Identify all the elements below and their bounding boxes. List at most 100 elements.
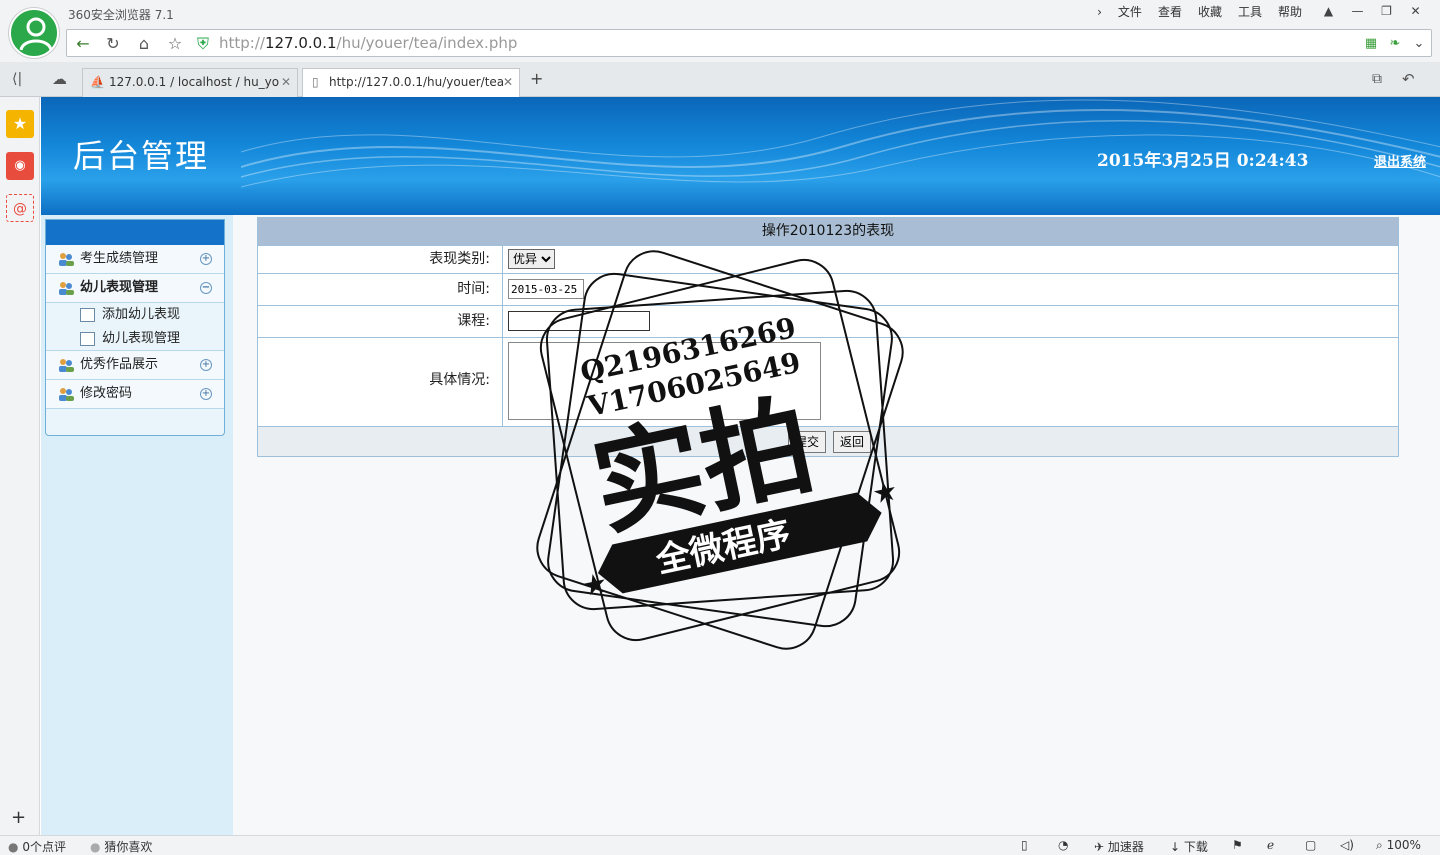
site-title: 后台管理	[73, 137, 210, 175]
form-row-detail: 具体情况:	[258, 337, 1398, 426]
course-input[interactable]	[508, 311, 650, 331]
browser-menu-bar: › 文件 查看 收藏 工具 帮助	[1089, 4, 1310, 20]
qr-icon[interactable]: ▦	[1361, 34, 1381, 54]
submit-button[interactable]: 提交	[788, 431, 827, 453]
page-icon: ▯	[312, 75, 319, 89]
weibo-icon[interactable]: ◉	[6, 152, 34, 180]
sidebar-subitem-label: 幼儿表现管理	[102, 331, 181, 346]
user-avatar-icon[interactable]	[9, 8, 59, 58]
sidebar-item-label: 优秀作品展示	[80, 357, 159, 372]
dropdown-chevron-icon[interactable]: ⌄	[1409, 34, 1429, 54]
nav-menu: 考生成绩管理 + 幼儿表现管理 − 添加幼儿表现 幼儿表现管理 优秀作品展示 +…	[45, 219, 225, 436]
url-input[interactable]: http://127.0.0.1/hu/youer/tea/index.php	[219, 34, 517, 52]
form-row-type: 表现类别: 优异	[258, 245, 1398, 273]
type-label: 表现类别:	[258, 246, 503, 273]
tab-list-icon[interactable]: ⧉	[1372, 71, 1382, 87]
menu-chevron-icon[interactable]: ›	[1089, 4, 1110, 20]
users-icon	[59, 253, 74, 266]
users-icon	[59, 388, 74, 401]
comments-status[interactable]: ● 0个点评	[8, 838, 66, 855]
expand-icon[interactable]: +	[200, 388, 212, 400]
cloud-icon[interactable]: ☁	[52, 70, 67, 88]
menu-tools[interactable]: 工具	[1230, 4, 1270, 20]
window-icon[interactable]: ▢	[1305, 838, 1316, 852]
table-icon	[80, 332, 95, 346]
menu-favorites[interactable]: 收藏	[1190, 4, 1230, 20]
form-row-date: 时间:	[258, 273, 1398, 305]
download-button[interactable]: ↓ 下载	[1170, 838, 1208, 855]
expand-icon[interactable]: +	[200, 359, 212, 371]
tab-label: 127.0.0.1 / localhost / hu_yo	[109, 75, 280, 89]
date-input[interactable]	[508, 279, 584, 299]
tab-close-icon[interactable]: ✕	[503, 69, 513, 96]
menu-view[interactable]: 查看	[1150, 4, 1190, 20]
type-select[interactable]: 优异	[508, 249, 555, 269]
course-label: 课程:	[258, 306, 503, 337]
phone-icon[interactable]: ▯	[1021, 838, 1028, 852]
add-form-icon	[80, 308, 95, 322]
tab-phpmyadmin[interactable]: ⛵ 127.0.0.1 / localhost / hu_yo ✕	[82, 68, 298, 97]
comment-icon: ●	[8, 840, 19, 854]
ie-icon[interactable]: ℯ	[1267, 838, 1274, 852]
skin-icon[interactable]: ▲	[1314, 2, 1343, 20]
left-nav-panel: 考生成绩管理 + 幼儿表现管理 − 添加幼儿表现 幼儿表现管理 优秀作品展示 +…	[41, 215, 233, 835]
maximize-icon[interactable]: ❐	[1372, 2, 1401, 20]
reload-icon[interactable]: ↻	[103, 34, 123, 54]
menu-file[interactable]: 文件	[1110, 4, 1150, 20]
volume-icon[interactable]: ◁)	[1340, 838, 1354, 852]
accelerator-button[interactable]: ✈ 加速器	[1094, 838, 1144, 855]
performance-form: 操作2010123的表现 表现类别: 优异 时间: 课程: 具体情况:	[257, 217, 1399, 457]
minimize-icon[interactable]: —	[1343, 2, 1372, 20]
security-shield-icon[interactable]: ⛨	[193, 34, 213, 54]
users-icon	[59, 359, 74, 372]
download-icon: ↓	[1170, 840, 1181, 854]
tab-bar: ⟨| ☁ ⛵ 127.0.0.1 / localhost / hu_yo ✕ ▯…	[0, 62, 1440, 98]
new-tab-button[interactable]: +	[530, 69, 543, 88]
url-host: 127.0.0.1	[264, 34, 337, 52]
zoom-icon: ⌕	[1376, 838, 1383, 852]
sidebar-item-label: 考生成绩管理	[80, 251, 159, 266]
accelerator-label: 加速器	[1107, 840, 1144, 854]
page-header: 后台管理 2015年3月25日 0:24:43 退出系统	[41, 97, 1440, 215]
guess-status[interactable]: ● 猜你喜欢	[90, 838, 152, 855]
detail-textarea[interactable]	[508, 342, 821, 420]
leaf-icon[interactable]: ❧	[1385, 34, 1405, 54]
mail-icon[interactable]: @	[6, 194, 34, 222]
collapse-icon[interactable]: −	[200, 282, 212, 294]
guess-label: 猜你喜欢	[104, 840, 153, 854]
guess-icon: ●	[90, 840, 101, 854]
logout-link[interactable]: 退出系统	[1374, 151, 1426, 170]
sidebar-subitem-label: 添加幼儿表现	[102, 307, 181, 322]
star-icon[interactable]: ☆	[165, 34, 185, 54]
feedback-icon[interactable]: ◔	[1058, 838, 1068, 852]
main-content: 操作2010123的表现 表现类别: 优异 时间: 课程: 具体情况:	[233, 215, 1440, 835]
undo-close-icon[interactable]: ↶	[1402, 70, 1415, 88]
back-button[interactable]: 返回	[833, 431, 872, 453]
sidebar-subitem-manage-performance[interactable]: 幼儿表现管理	[46, 327, 224, 351]
sidebar-toggle-icon[interactable]: ⟨|	[12, 71, 22, 87]
sidebar-subitem-add-performance[interactable]: 添加幼儿表现	[46, 303, 224, 327]
tab-label: http://127.0.0.1/hu/youer/tea	[329, 75, 505, 89]
expand-icon[interactable]: +	[200, 253, 212, 265]
sidebar-item-child-performance[interactable]: 幼儿表现管理 −	[46, 274, 224, 303]
tab-active-page[interactable]: ▯ http://127.0.0.1/hu/youer/tea ✕	[302, 68, 520, 98]
pma-icon: ⛵	[90, 75, 105, 89]
sidebar-item-change-password[interactable]: 修改密码 +	[46, 380, 224, 409]
close-icon[interactable]: ✕	[1401, 2, 1430, 20]
rocket-icon: ✈	[1094, 840, 1105, 854]
users-icon	[59, 282, 74, 295]
flag-icon[interactable]: ⚑	[1232, 838, 1243, 852]
detail-label: 具体情况:	[258, 338, 503, 426]
tab-close-icon[interactable]: ✕	[281, 69, 291, 96]
back-icon[interactable]: ←	[73, 34, 93, 54]
favorites-star-icon[interactable]: ★	[6, 110, 34, 138]
nav-menu-header	[46, 220, 224, 245]
home-icon[interactable]: ⌂	[134, 34, 154, 54]
zoom-control[interactable]: ⌕ 100%	[1376, 838, 1421, 853]
address-bar[interactable]: ← ↻ ⌂ ☆ ⛨ http://127.0.0.1/hu/youer/tea/…	[66, 29, 1432, 57]
sidebar-item-works-showcase[interactable]: 优秀作品展示 +	[46, 351, 224, 380]
add-sidebar-icon[interactable]: +	[11, 807, 26, 828]
sidebar-item-exam-scores[interactable]: 考生成绩管理 +	[46, 245, 224, 274]
menu-help[interactable]: 帮助	[1270, 4, 1310, 20]
form-caption: 操作2010123的表现	[258, 218, 1398, 245]
